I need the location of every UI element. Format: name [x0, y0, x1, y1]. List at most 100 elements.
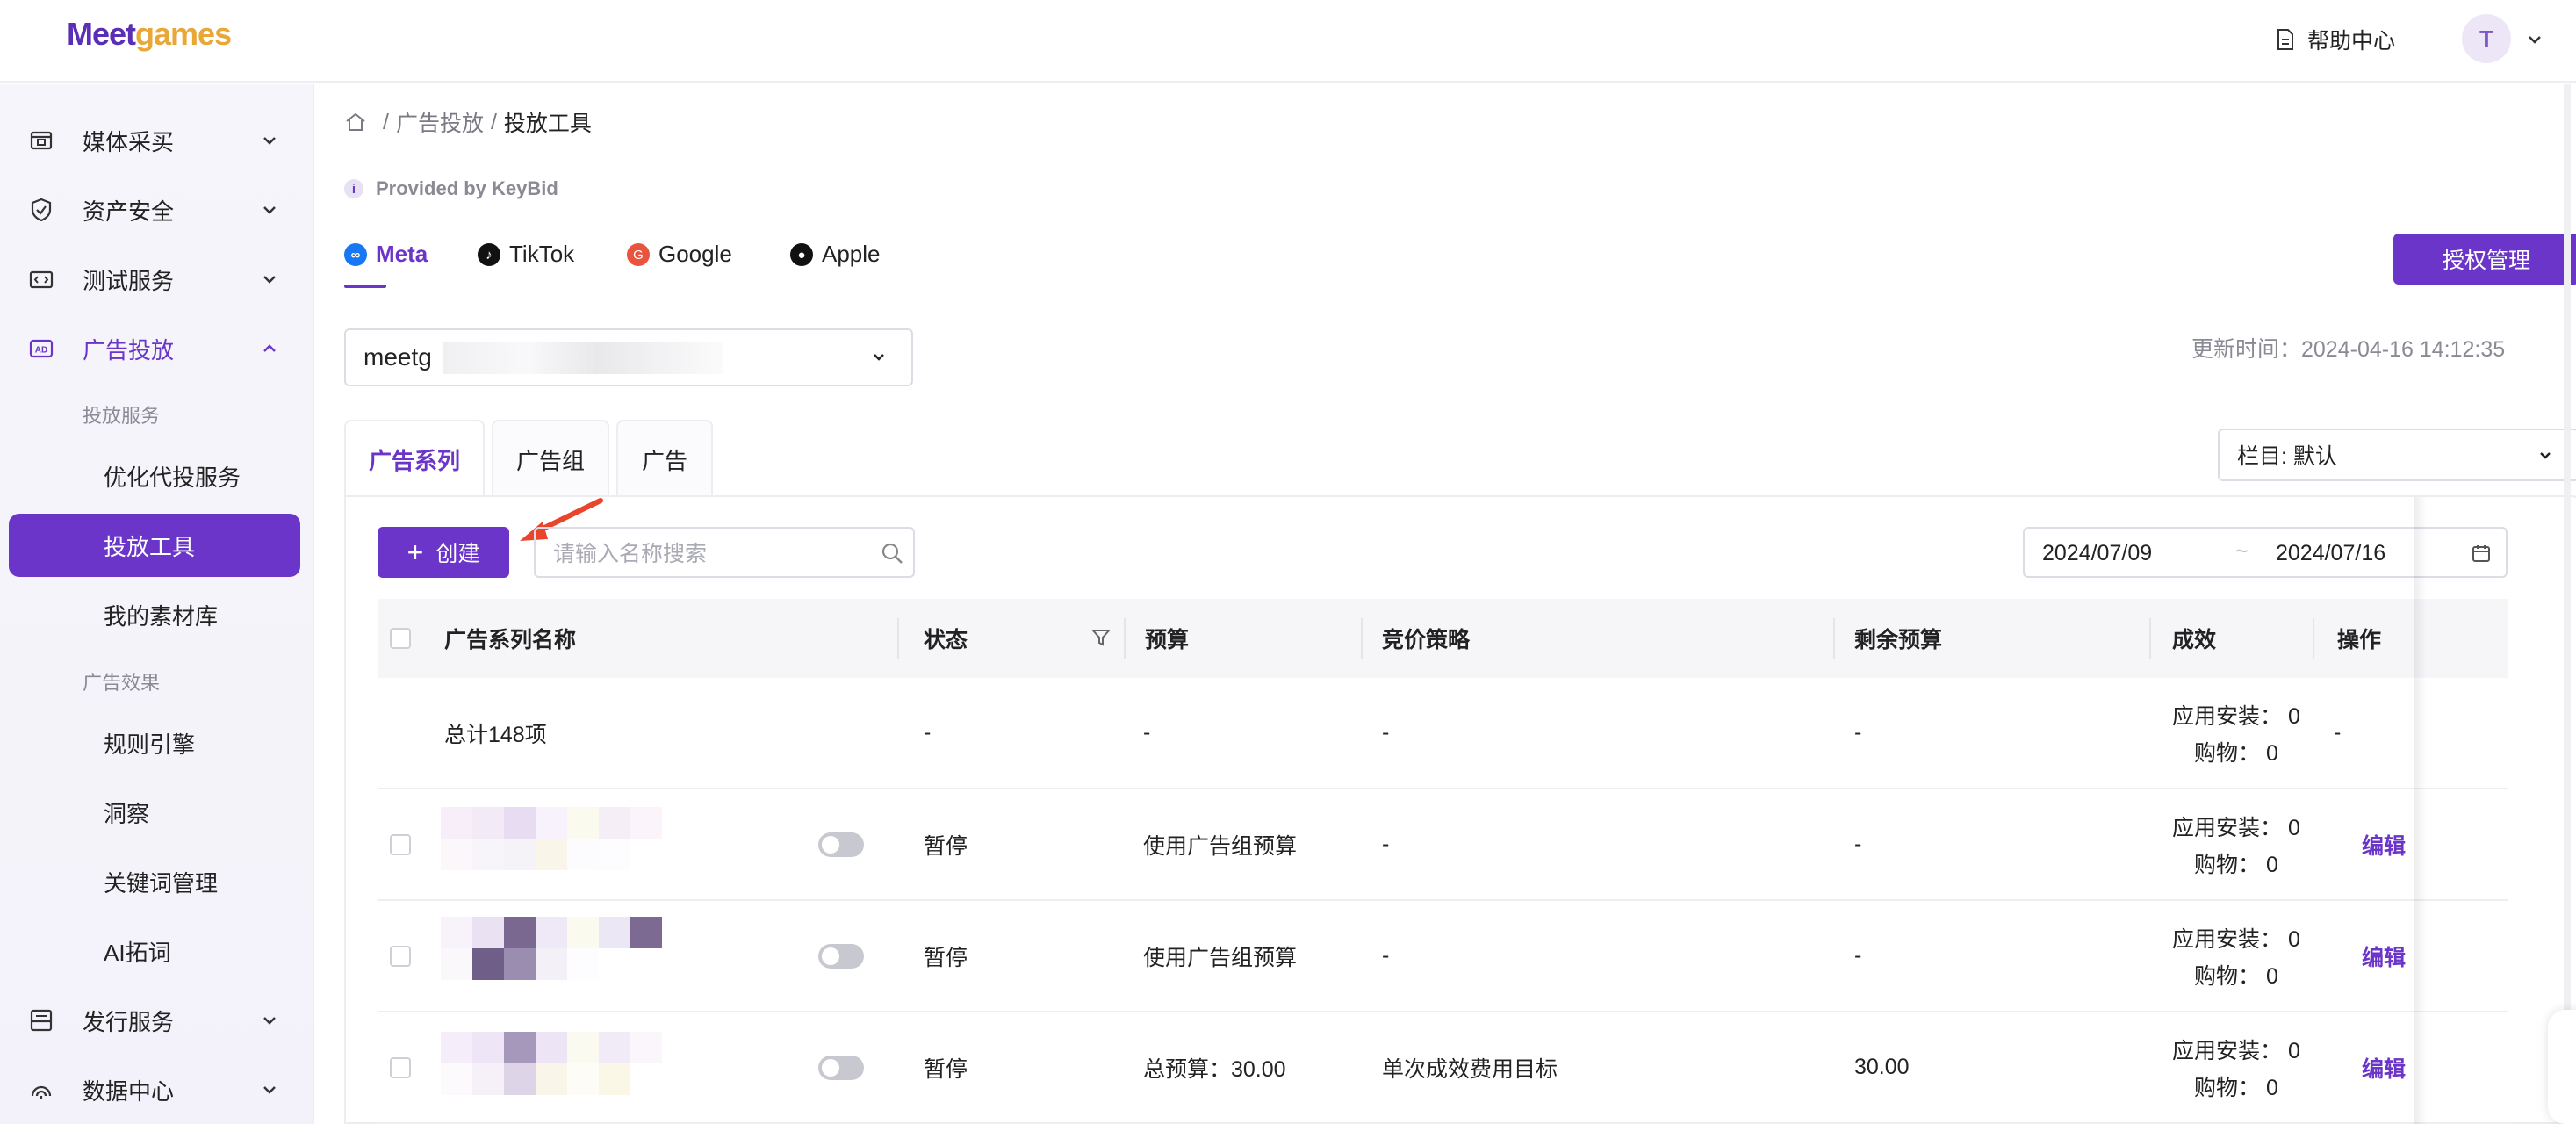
- header-bid-strategy: 竞价策略: [1382, 628, 1471, 652]
- chevron-down-icon: [263, 137, 276, 145]
- sidebar-item-keyword-management[interactable]: 关键词管理: [9, 850, 300, 913]
- search-icon[interactable]: [880, 541, 904, 566]
- redacted-campaign-name: [441, 807, 666, 874]
- search-input[interactable]: 请输入名称搜索: [534, 527, 915, 578]
- sidebar-group-media-buy[interactable]: 媒体采买: [0, 109, 314, 172]
- chevron-up-icon: [263, 344, 276, 352]
- media-buy-icon: [30, 131, 53, 150]
- tab-tiktok[interactable]: ♪ TikTok: [478, 241, 574, 293]
- edit-link[interactable]: 编辑: [2362, 789, 2406, 899]
- header-operations: 操作: [2337, 628, 2382, 652]
- sidebar-group-ad-delivery[interactable]: AD 广告投放: [0, 317, 314, 380]
- plus-icon: +: [407, 537, 424, 568]
- page-scrollbar[interactable]: [2564, 84, 2571, 1124]
- sidebar-section-delivery-service: 投放服务: [83, 405, 161, 427]
- meta-icon: ∞: [344, 243, 367, 266]
- edit-link[interactable]: 编辑: [2362, 1012, 2406, 1122]
- chevron-down-icon: [2540, 452, 2551, 459]
- top-header: Meetgames 帮助中心 T: [0, 0, 2576, 83]
- home-icon[interactable]: [344, 111, 367, 133]
- redacted-campaign-name: [441, 917, 666, 984]
- sidebar-item-insight[interactable]: 洞察: [9, 781, 300, 844]
- data-center-icon: [31, 1085, 52, 1099]
- date-start[interactable]: 2024/07/09: [2042, 541, 2152, 566]
- svg-text:AD: AD: [35, 346, 47, 356]
- sidebar-item-ai-keyword[interactable]: AI拓词: [9, 919, 300, 983]
- header-result: 成效: [2172, 628, 2217, 652]
- date-range-picker[interactable]: 2024/07/09 ~ 2024/07/16: [2023, 527, 2508, 578]
- chevron-down-icon: [263, 206, 276, 214]
- table-row: 暂停 使用广告组预算 - - 应用安装： 0 购物： 0 编辑: [378, 901, 2508, 1012]
- meetgames-logo[interactable]: Meetgames: [67, 16, 232, 53]
- breadcrumb: / 广告投放 / 投放工具: [344, 106, 592, 138]
- help-center-label: 帮助中心: [2307, 29, 2396, 54]
- columns-select[interactable]: 栏目: 默认: [2218, 429, 2576, 481]
- tab-ad-group[interactable]: 广告组: [492, 420, 609, 497]
- table-summary-row: 总计148项 - - - - 应用安装： 0 购物： 0 -: [378, 678, 2508, 789]
- header-campaign-name: 广告系列名称: [444, 628, 577, 652]
- table-row: 暂停 总预算：30.00 单次成效费用目标 30.00 应用安装： 0 购物： …: [378, 1012, 2508, 1124]
- table-header: 广告系列名称 状态 预算 竞价策略 剩余预算 成效 操作: [378, 599, 2508, 678]
- shield-icon: [31, 198, 52, 222]
- chevron-down-icon: [263, 1017, 276, 1025]
- header-remaining-budget: 剩余预算: [1854, 628, 1943, 652]
- fixed-column-shadow: [2414, 497, 2427, 1124]
- chevron-down-icon: [874, 354, 884, 361]
- publish-icon: [30, 1009, 53, 1032]
- sidebar-group-data-center[interactable]: 数据中心: [0, 1058, 314, 1121]
- floating-side-widget[interactable]: [2548, 1010, 2576, 1124]
- avatar[interactable]: T: [2462, 14, 2511, 63]
- sidebar-item-optimized-delivery[interactable]: 优化代投服务: [9, 444, 300, 508]
- status-toggle[interactable]: [818, 901, 864, 1011]
- tab-meta[interactable]: ∞ Meta: [344, 241, 428, 293]
- row-checkbox[interactable]: [390, 1012, 411, 1122]
- status-toggle[interactable]: [818, 789, 864, 899]
- sidebar-item-rule-engine[interactable]: 规则引擎: [9, 711, 300, 775]
- calendar-icon: [2472, 545, 2490, 562]
- provided-by-notice: i Provided by KeyBid: [344, 177, 558, 200]
- campaign-panel: + 创建 请输入名称搜索 2024/07/09 ~ 2024/07/16 广告系…: [344, 495, 2576, 1124]
- sidebar-section-ad-effect: 广告效果: [83, 672, 161, 694]
- sidebar-item-delivery-tool[interactable]: 投放工具: [9, 514, 300, 577]
- sidebar-group-publish-service[interactable]: 发行服务: [0, 989, 314, 1052]
- select-all-checkbox[interactable]: [390, 599, 411, 678]
- sidebar-group-test-service[interactable]: 测试服务: [0, 248, 314, 311]
- sidebar-item-material-library[interactable]: 我的素材库: [9, 583, 300, 646]
- chevron-down-icon[interactable]: [2525, 30, 2544, 49]
- update-time: 更新时间：2024-04-16 14:12:35: [2191, 337, 2506, 362]
- table-row: 暂停 使用广告组预算 - - 应用安装： 0 购物： 0 编辑: [378, 789, 2508, 901]
- info-icon: i: [344, 179, 363, 198]
- redacted-campaign-name: [441, 1032, 666, 1099]
- account-select-value: meetg: [363, 343, 432, 371]
- tab-google[interactable]: G Google: [627, 241, 732, 293]
- header-budget: 预算: [1145, 628, 1190, 652]
- row-checkbox[interactable]: [390, 789, 411, 899]
- tab-campaign[interactable]: 广告系列: [344, 420, 485, 497]
- main-content: / 广告投放 / 投放工具 i Provided by KeyBid ∞ Met…: [316, 84, 2576, 1124]
- account-select[interactable]: meetg: [344, 328, 913, 386]
- breadcrumb-ad-delivery[interactable]: 广告投放: [396, 106, 484, 138]
- edit-link[interactable]: 编辑: [2362, 901, 2406, 1011]
- apple-icon: ●: [790, 243, 813, 266]
- row-checkbox[interactable]: [390, 901, 411, 1011]
- document-icon: [2277, 29, 2293, 50]
- tab-ad[interactable]: 广告: [616, 420, 713, 497]
- authorization-management-button[interactable]: 授权管理: [2393, 234, 2576, 285]
- tiktok-icon: ♪: [478, 243, 500, 266]
- date-end[interactable]: 2024/07/16: [2276, 541, 2385, 566]
- create-button[interactable]: + 创建: [378, 527, 509, 578]
- tab-apple[interactable]: ● Apple: [790, 241, 881, 293]
- header-status: 状态: [924, 628, 968, 652]
- google-icon: G: [627, 243, 650, 266]
- sidebar-group-asset-security[interactable]: 资产安全: [0, 178, 314, 241]
- breadcrumb-delivery-tool: 投放工具: [503, 112, 592, 136]
- date-separator: ~: [2235, 539, 2249, 564]
- status-toggle[interactable]: [818, 1012, 864, 1122]
- chevron-down-icon: [263, 1086, 276, 1094]
- help-center-link[interactable]: 帮助中心: [2276, 21, 2395, 58]
- search-placeholder: 请输入名称搜索: [553, 542, 708, 566]
- filter-icon[interactable]: [1090, 627, 1112, 648]
- test-service-icon: [29, 270, 54, 289]
- ad-icon: AD: [29, 339, 54, 358]
- chevron-down-icon: [263, 276, 276, 284]
